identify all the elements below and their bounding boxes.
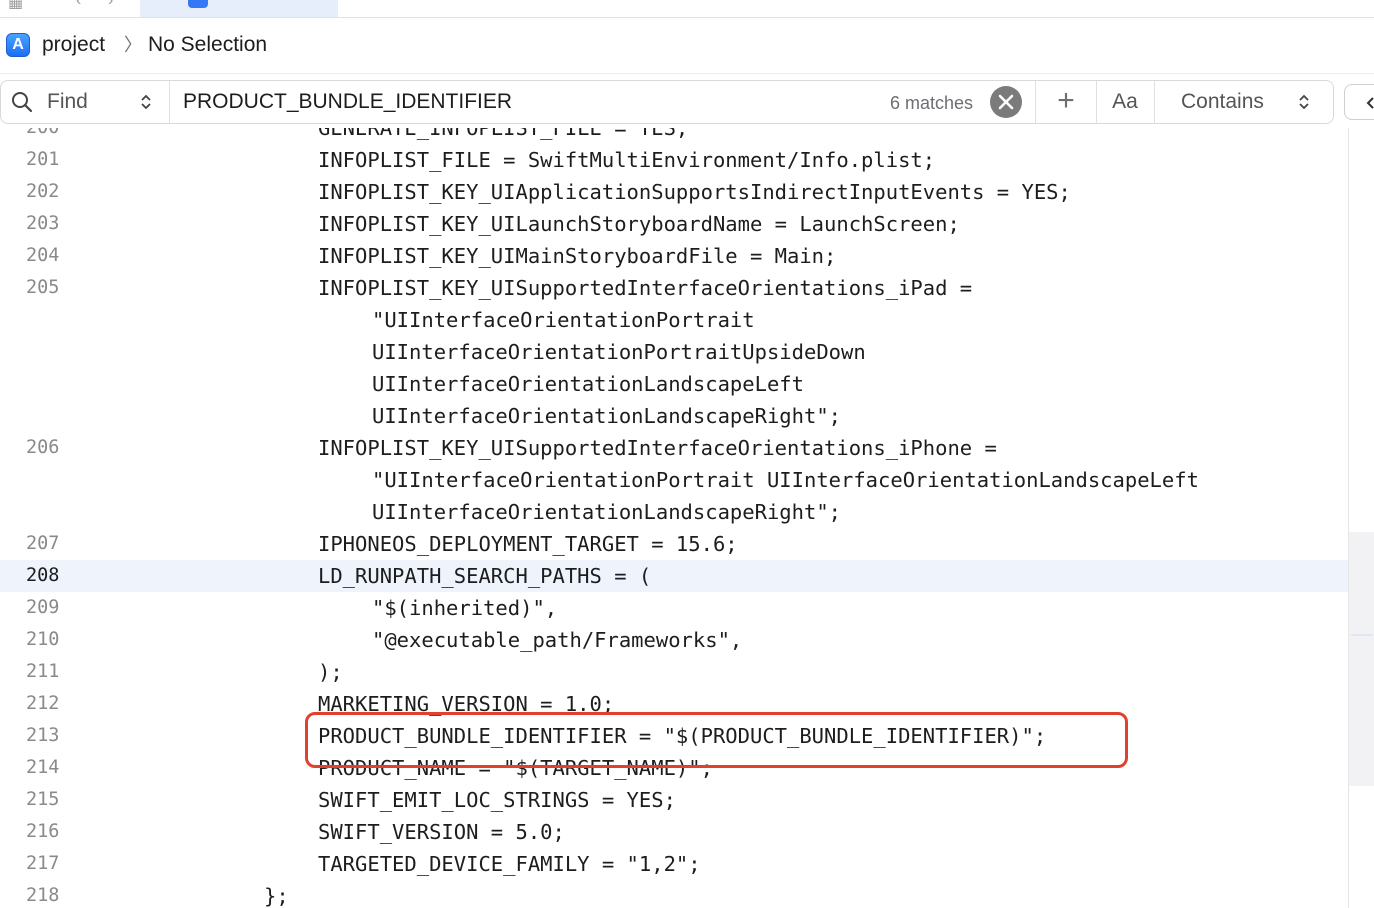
back-chevron-icon[interactable]: ‹ xyxy=(76,0,81,10)
project-file-icon xyxy=(188,0,208,8)
code-text: UIInterfaceOrientationLandscapeLeft xyxy=(372,372,804,396)
line-number: 200 xyxy=(26,128,59,144)
code-text: INFOPLIST_FILE = SwiftMultiEnvironment/I… xyxy=(318,148,936,172)
plus-icon[interactable]: + xyxy=(1036,81,1096,123)
add-pattern-segment: + xyxy=(1035,81,1097,123)
code-text: IPHONEOS_DEPLOYMENT_TARGET = 15.6; xyxy=(318,532,738,556)
code-line-continuation[interactable]: UIInterfaceOrientationLandscapeLeft xyxy=(0,368,1348,400)
code-text: SWIFT_EMIT_LOC_STRINGS = YES; xyxy=(318,788,676,812)
code-line-216[interactable]: 216 SWIFT_VERSION = 5.0; xyxy=(0,816,1348,848)
editor-minimap[interactable] xyxy=(1348,128,1374,908)
code-text: INFOPLIST_KEY_UISupportedInterfaceOrient… xyxy=(318,436,997,460)
code-line-201[interactable]: 201 INFOPLIST_FILE = SwiftMultiEnvironmen… xyxy=(0,144,1348,176)
grid-icon[interactable]: ▦ xyxy=(8,0,23,12)
breadcrumb: A project 〉 No Selection xyxy=(0,18,1374,74)
code-line-208[interactable]: 208 LD_RUNPATH_SEARCH_PATHS = ( xyxy=(0,560,1348,592)
match-mode-popup[interactable]: Contains xyxy=(1181,90,1264,114)
breadcrumb-separator-icon: 〉 xyxy=(124,35,142,55)
line-number: 208 xyxy=(26,565,60,586)
find-mode-popup[interactable]: Find xyxy=(1,81,170,123)
code-text: "UIInterfaceOrientationPortrait xyxy=(372,308,755,332)
line-number: 205 xyxy=(26,277,60,298)
line-number: 202 xyxy=(26,181,60,202)
match-case-button[interactable]: Aa xyxy=(1096,81,1154,123)
line-number: 204 xyxy=(26,245,60,266)
code-text: TARGETED_DEVICE_FAMILY = "1,2"; xyxy=(318,852,701,876)
case-sensitivity-segment: Aa xyxy=(1096,81,1155,123)
code-text: "@executable_path/Frameworks", xyxy=(372,628,743,652)
breadcrumb-selection[interactable]: No Selection xyxy=(148,32,267,58)
scroll-thumb[interactable] xyxy=(1349,532,1374,786)
code-line-210[interactable]: 210 "@executable_path/Frameworks", xyxy=(0,624,1348,656)
minimap-current-line-marker xyxy=(1351,634,1373,636)
find-previous-button[interactable] xyxy=(1344,84,1374,120)
code-text: "UIInterfaceOrientationPortrait UIInterf… xyxy=(372,468,1199,492)
code-text: "$(inherited)", xyxy=(372,596,558,620)
code-line-215[interactable]: 215 SWIFT_EMIT_LOC_STRINGS = YES; xyxy=(0,784,1348,816)
tab-project[interactable] xyxy=(140,0,338,17)
code-line-continuation[interactable]: UIInterfaceOrientationLandscapeRight"; xyxy=(0,400,1348,432)
code-text: INFOPLIST_KEY_UIApplicationSupportsIndir… xyxy=(318,180,1071,204)
line-number: 207 xyxy=(26,533,60,554)
line-number: 209 xyxy=(26,597,60,618)
code-text: GENERATE_INFOPLIST_FILE = YES; xyxy=(318,128,689,140)
chevron-left-icon xyxy=(1366,97,1374,109)
line-number: 201 xyxy=(26,149,60,170)
xcode-project-icon: A xyxy=(6,33,30,57)
code-text: INFOPLIST_KEY_UIMainStoryboardFile = Mai… xyxy=(318,244,837,268)
line-number: 211 xyxy=(26,661,60,682)
code-line-continuation[interactable]: "UIInterfaceOrientationPortrait UIInterf… xyxy=(0,464,1348,496)
code-line-203[interactable]: 203 INFOPLIST_KEY_UILaunchStoryboardName … xyxy=(0,208,1348,240)
code-text: INFOPLIST_KEY_UISupportedInterfaceOrient… xyxy=(318,276,973,300)
code-text: UIInterfaceOrientationLandscapeRight"; xyxy=(372,500,841,524)
line-number: 216 xyxy=(26,821,60,842)
editor-tab-bar: ▦ ‹ › xyxy=(0,0,1374,18)
code-line-218[interactable]: 218}; xyxy=(0,880,1348,908)
find-bar: Find PRODUCT_BUNDLE_IDENTIFIER 6 matches… xyxy=(0,80,1334,124)
line-number: 210 xyxy=(26,629,60,650)
updown-chevron-icon xyxy=(1299,94,1309,110)
line-number: 212 xyxy=(26,693,60,714)
line-number: 213 xyxy=(26,725,60,746)
code-text: SWIFT_VERSION = 5.0; xyxy=(318,820,565,844)
line-number: 218 xyxy=(26,885,60,906)
breadcrumb-project[interactable]: project xyxy=(42,32,105,58)
code-line-continuation[interactable]: UIInterfaceOrientationLandscapeRight"; xyxy=(0,496,1348,528)
code-text: LD_RUNPATH_SEARCH_PATHS = ( xyxy=(318,564,652,588)
line-number: 217 xyxy=(26,853,60,874)
find-mode-label: Find xyxy=(47,90,88,113)
code-text: UIInterfaceOrientationPortraitUpsideDown xyxy=(372,340,866,364)
code-text: UIInterfaceOrientationLandscapeRight"; xyxy=(372,404,841,428)
forward-chevron-icon[interactable]: › xyxy=(108,0,113,10)
code-line-209[interactable]: 209 "$(inherited)", xyxy=(0,592,1348,624)
search-icon xyxy=(12,92,33,113)
line-number: 215 xyxy=(26,789,60,810)
code-line-continuation[interactable]: "UIInterfaceOrientationPortrait xyxy=(0,304,1348,336)
search-input[interactable]: PRODUCT_BUNDLE_IDENTIFIER xyxy=(183,90,512,114)
line-number: 214 xyxy=(26,757,60,778)
annotation-highlight-box xyxy=(305,712,1128,768)
code-line-217[interactable]: 217 TARGETED_DEVICE_FAMILY = "1,2"; xyxy=(0,848,1348,880)
match-count: 6 matches xyxy=(890,93,974,113)
code-line-211[interactable]: 211); xyxy=(0,656,1348,688)
code-text: }; xyxy=(264,884,289,908)
clear-search-button[interactable] xyxy=(990,86,1022,118)
line-number: 206 xyxy=(26,437,60,458)
code-line-205[interactable]: 205 INFOPLIST_KEY_UISupportedInterfaceOri… xyxy=(0,272,1348,304)
code-line-204[interactable]: 204 INFOPLIST_KEY_UIMainStoryboardFile = … xyxy=(0,240,1348,272)
code-line-200[interactable]: 200 GENERATE_INFOPLIST_FILE = YES; xyxy=(0,128,1348,144)
code-line-continuation[interactable]: UIInterfaceOrientationPortraitUpsideDown xyxy=(0,336,1348,368)
source-editor[interactable]: 200 GENERATE_INFOPLIST_FILE = YES; 201 INFO… xyxy=(0,128,1348,908)
code-text: INFOPLIST_KEY_UILaunchStoryboardName = L… xyxy=(318,212,960,236)
code-line-206[interactable]: 206 INFOPLIST_KEY_UISupportedInterfaceOri… xyxy=(0,432,1348,464)
line-number: 203 xyxy=(26,213,60,234)
close-icon xyxy=(998,94,1014,110)
code-line-202[interactable]: 202 INFOPLIST_KEY_UIApplicationSupportsIn… xyxy=(0,176,1348,208)
updown-chevron-icon xyxy=(141,94,151,110)
code-line-207[interactable]: 207 IPHONEOS_DEPLOYMENT_TARGET = 15.6; xyxy=(0,528,1348,560)
code-text: ); xyxy=(318,660,343,684)
